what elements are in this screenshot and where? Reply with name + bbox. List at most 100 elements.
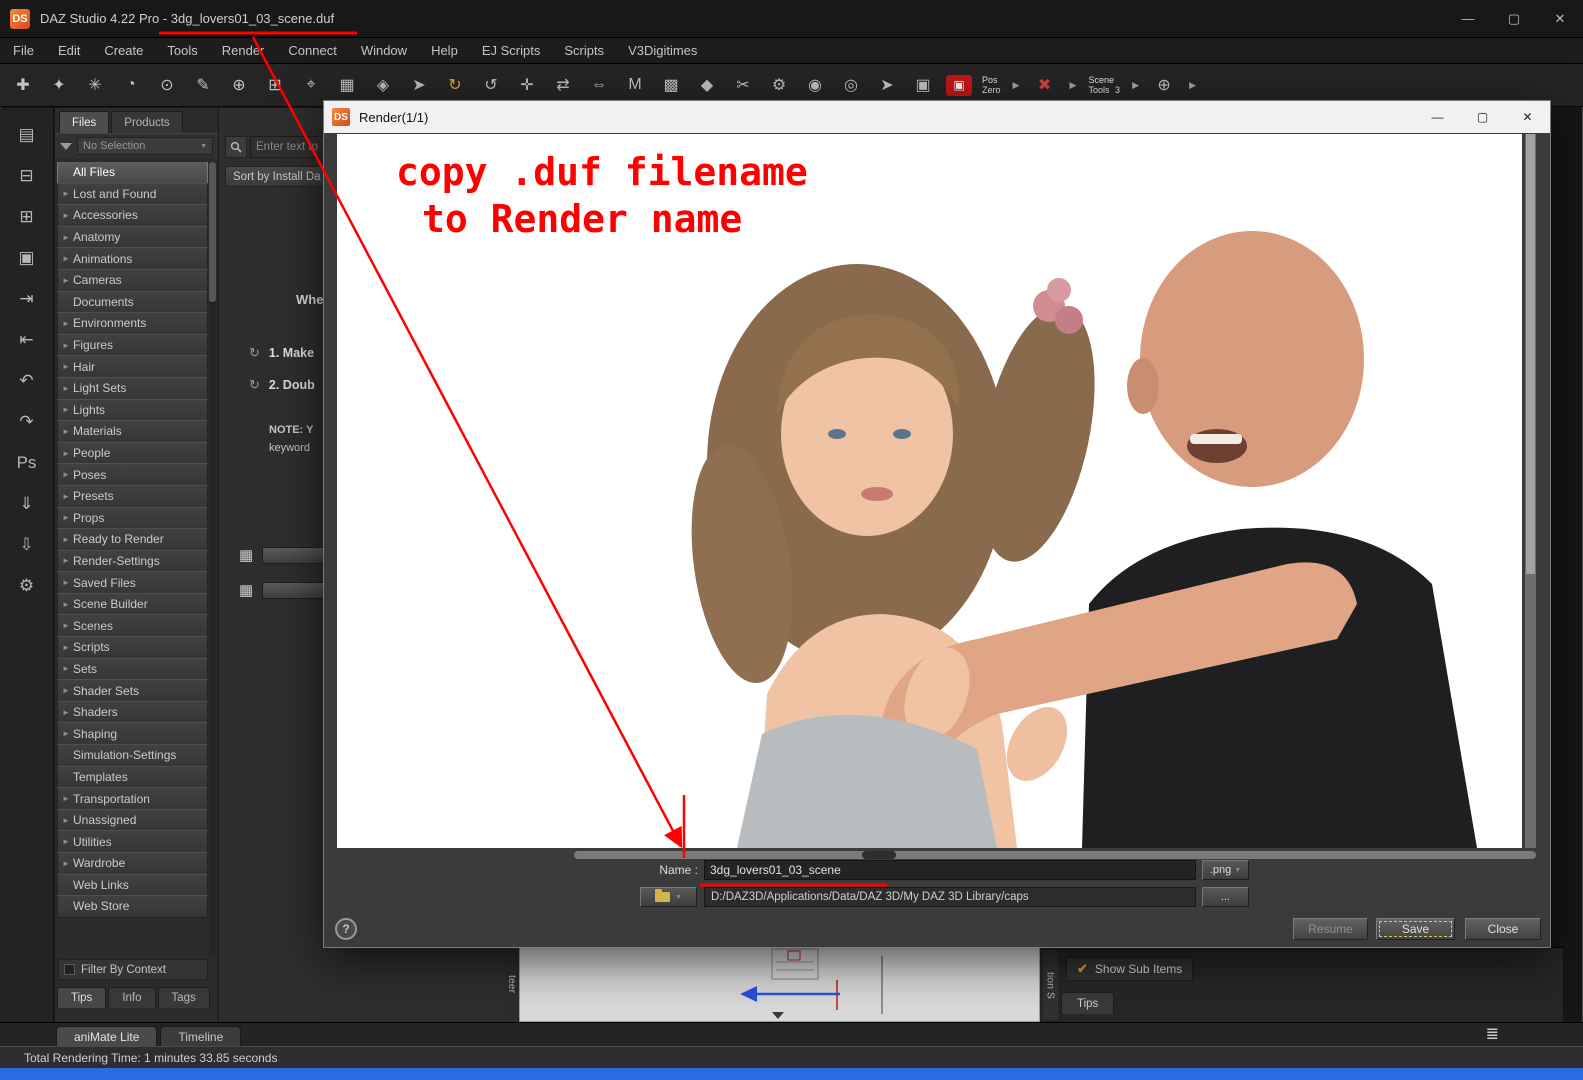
- save-button[interactable]: Save: [1376, 918, 1455, 940]
- scrollbar-thumb[interactable]: [209, 162, 216, 302]
- tree-item-transportation[interactable]: ► Transportation: [57, 787, 208, 810]
- measure-tool-icon[interactable]: M: [622, 71, 648, 99]
- pointer-tool-icon[interactable]: ➤: [406, 71, 432, 99]
- menu-scripts[interactable]: Scripts: [564, 43, 604, 58]
- customize-tools-icon[interactable]: ⚙: [10, 571, 44, 600]
- photoshop-bridge-icon[interactable]: Ps: [10, 448, 44, 477]
- tab-tags[interactable]: Tags: [157, 987, 210, 1008]
- tree-item-all-files[interactable]: All Files: [57, 162, 208, 184]
- tree-item-templates[interactable]: Templates: [57, 765, 208, 789]
- help-button[interactable]: ?: [335, 918, 357, 940]
- undo-icon[interactable]: ↶: [10, 366, 44, 395]
- menu-connect[interactable]: Connect: [288, 43, 336, 58]
- tab-animate-lite[interactable]: aniMate Lite: [56, 1026, 158, 1046]
- clear-figure-icon[interactable]: ✖: [1032, 71, 1058, 99]
- tree-item-unassigned[interactable]: ► Unassigned: [57, 808, 208, 832]
- node-swap-icon[interactable]: ⇄: [550, 71, 576, 99]
- flyout-arrow-icon[interactable]: ▶: [1187, 71, 1198, 99]
- flyout-arrow-icon[interactable]: ▶: [1011, 71, 1022, 99]
- figure-paint-icon[interactable]: ◆: [694, 71, 720, 99]
- scrollbar-thumb[interactable]: [1526, 134, 1535, 574]
- rotate-tool-icon[interactable]: ↺: [478, 71, 504, 99]
- open-file-icon[interactable]: ⊟: [10, 161, 44, 190]
- annotations-icon[interactable]: ≣: [1486, 1024, 1499, 1044]
- save-path-field[interactable]: D:/DAZ3D/Applications/Data/DAZ 3D/My DAZ…: [704, 887, 1196, 907]
- flyout-arrow-icon[interactable]: ▶: [1130, 71, 1141, 99]
- tab-files[interactable]: Files: [59, 111, 110, 133]
- image-vertical-scrollbar[interactable]: [1525, 134, 1536, 848]
- rotate-tool-active-icon[interactable]: ↻: [442, 71, 468, 99]
- tab-products[interactable]: Products: [111, 111, 183, 133]
- menu-v3digitimes[interactable]: V3Digitimes: [628, 43, 697, 58]
- annotate-icon[interactable]: ✎: [190, 71, 216, 99]
- tree-item-poses[interactable]: ► Poses: [57, 463, 208, 486]
- create-new-node-icon[interactable]: ✚: [10, 71, 36, 99]
- tree-item-web-store[interactable]: Web Store: [57, 895, 208, 918]
- tree-item-cameras[interactable]: ► Cameras: [57, 268, 208, 292]
- tree-item-wardrobe[interactable]: ► Wardrobe: [57, 852, 208, 875]
- render-name-input[interactable]: [704, 860, 1196, 880]
- merge-file-icon[interactable]: ⊞: [10, 202, 44, 231]
- tree-item-accessories[interactable]: ► Accessories: [57, 204, 208, 227]
- geometry-editor-icon[interactable]: ▩: [658, 71, 684, 99]
- vertical-tab-right[interactable]: tion S: [1043, 950, 1058, 1020]
- menu-help[interactable]: Help: [431, 43, 458, 58]
- redo-icon[interactable]: ↷: [10, 407, 44, 436]
- show-sub-items-toggle[interactable]: ✔ Show Sub Items: [1066, 957, 1194, 981]
- cutout-tool-icon[interactable]: ✂: [730, 71, 756, 99]
- selection-filter-dropdown[interactable]: No Selection ▼: [77, 137, 213, 155]
- search-icon[interactable]: [225, 136, 247, 158]
- powerpose-icon[interactable]: ✦: [46, 71, 72, 99]
- tree-item-shaping[interactable]: ► Shaping: [57, 722, 208, 746]
- camera-icon[interactable]: ▣: [910, 71, 936, 99]
- group-node-icon[interactable]: ⊕: [226, 71, 252, 99]
- tree-item-animations[interactable]: ► Animations: [57, 247, 208, 270]
- export-icon[interactable]: ⇤: [10, 325, 44, 354]
- tab-tips[interactable]: Tips: [57, 987, 107, 1008]
- translate-tool-icon[interactable]: ✛: [514, 71, 540, 99]
- download-manager-icon[interactable]: ⇓: [10, 489, 44, 518]
- minimize-button[interactable]: —: [1445, 0, 1491, 37]
- pose-timer-icon[interactable]: ◔: [118, 71, 144, 99]
- folder-picker-button[interactable]: ▼: [640, 887, 697, 907]
- menu-tools[interactable]: Tools: [167, 43, 197, 58]
- spot-render-icon[interactable]: ⊙: [154, 71, 180, 99]
- tree-item-saved-files[interactable]: ► Saved Files: [57, 571, 208, 594]
- menu-create[interactable]: Create: [104, 43, 143, 58]
- filter-by-context-checkbox[interactable]: [64, 964, 75, 975]
- menu-ej-scripts[interactable]: EJ Scripts: [482, 43, 541, 58]
- dialog-close-button[interactable]: ✕: [1505, 101, 1550, 133]
- rigging-tool-icon[interactable]: ◉: [802, 71, 828, 99]
- menu-render[interactable]: Render: [222, 43, 265, 58]
- aux-viewport-icon[interactable]: ⊞: [262, 71, 288, 99]
- tree-item-shaders[interactable]: ► Shaders: [57, 700, 208, 724]
- tab-tips[interactable]: Tips: [1061, 992, 1115, 1014]
- scale-tool-icon[interactable]: ⇔: [586, 71, 612, 99]
- tree-item-light-sets[interactable]: ► Light Sets: [57, 376, 208, 400]
- tree-item-simulation-settings[interactable]: Simulation-Settings: [57, 744, 208, 767]
- new-file-icon[interactable]: ▤: [10, 120, 44, 149]
- format-dropdown[interactable]: .png ▼: [1202, 860, 1249, 880]
- tree-item-hair[interactable]: ► Hair: [57, 355, 208, 378]
- tree-item-scenes[interactable]: ► Scenes: [57, 614, 208, 638]
- tree-item-web-links[interactable]: Web Links: [57, 873, 208, 897]
- tree-item-shader-sets[interactable]: ► Shader Sets: [57, 679, 208, 702]
- tree-item-sets[interactable]: ► Sets: [57, 657, 208, 681]
- close-render-button[interactable]: Close: [1465, 918, 1541, 940]
- grid-view-icon[interactable]: ▦: [334, 71, 360, 99]
- pos-zero-button[interactable]: Pos Zero: [982, 75, 1001, 95]
- resume-button[interactable]: Resume: [1293, 918, 1368, 940]
- tree-item-people[interactable]: ► People: [57, 441, 208, 465]
- node-pointer-icon[interactable]: ➤: [874, 71, 900, 99]
- menu-file[interactable]: File: [13, 43, 34, 58]
- multi-tool-icon[interactable]: ⚙: [766, 71, 792, 99]
- save-file-icon[interactable]: ▣: [10, 243, 44, 272]
- tree-item-props[interactable]: ► Props: [57, 506, 208, 530]
- render-camera-icon[interactable]: ▣: [946, 74, 972, 96]
- tree-item-environments[interactable]: ► Environments: [57, 312, 208, 335]
- tree-item-lights[interactable]: ► Lights: [57, 398, 208, 422]
- tree-item-documents[interactable]: Documents: [57, 290, 208, 314]
- scene-tools-button[interactable]: Scene Tools 3: [1089, 75, 1121, 95]
- image-horizontal-scrollbar[interactable]: [574, 851, 1536, 859]
- flyout-arrow-icon[interactable]: ▶: [1068, 71, 1079, 99]
